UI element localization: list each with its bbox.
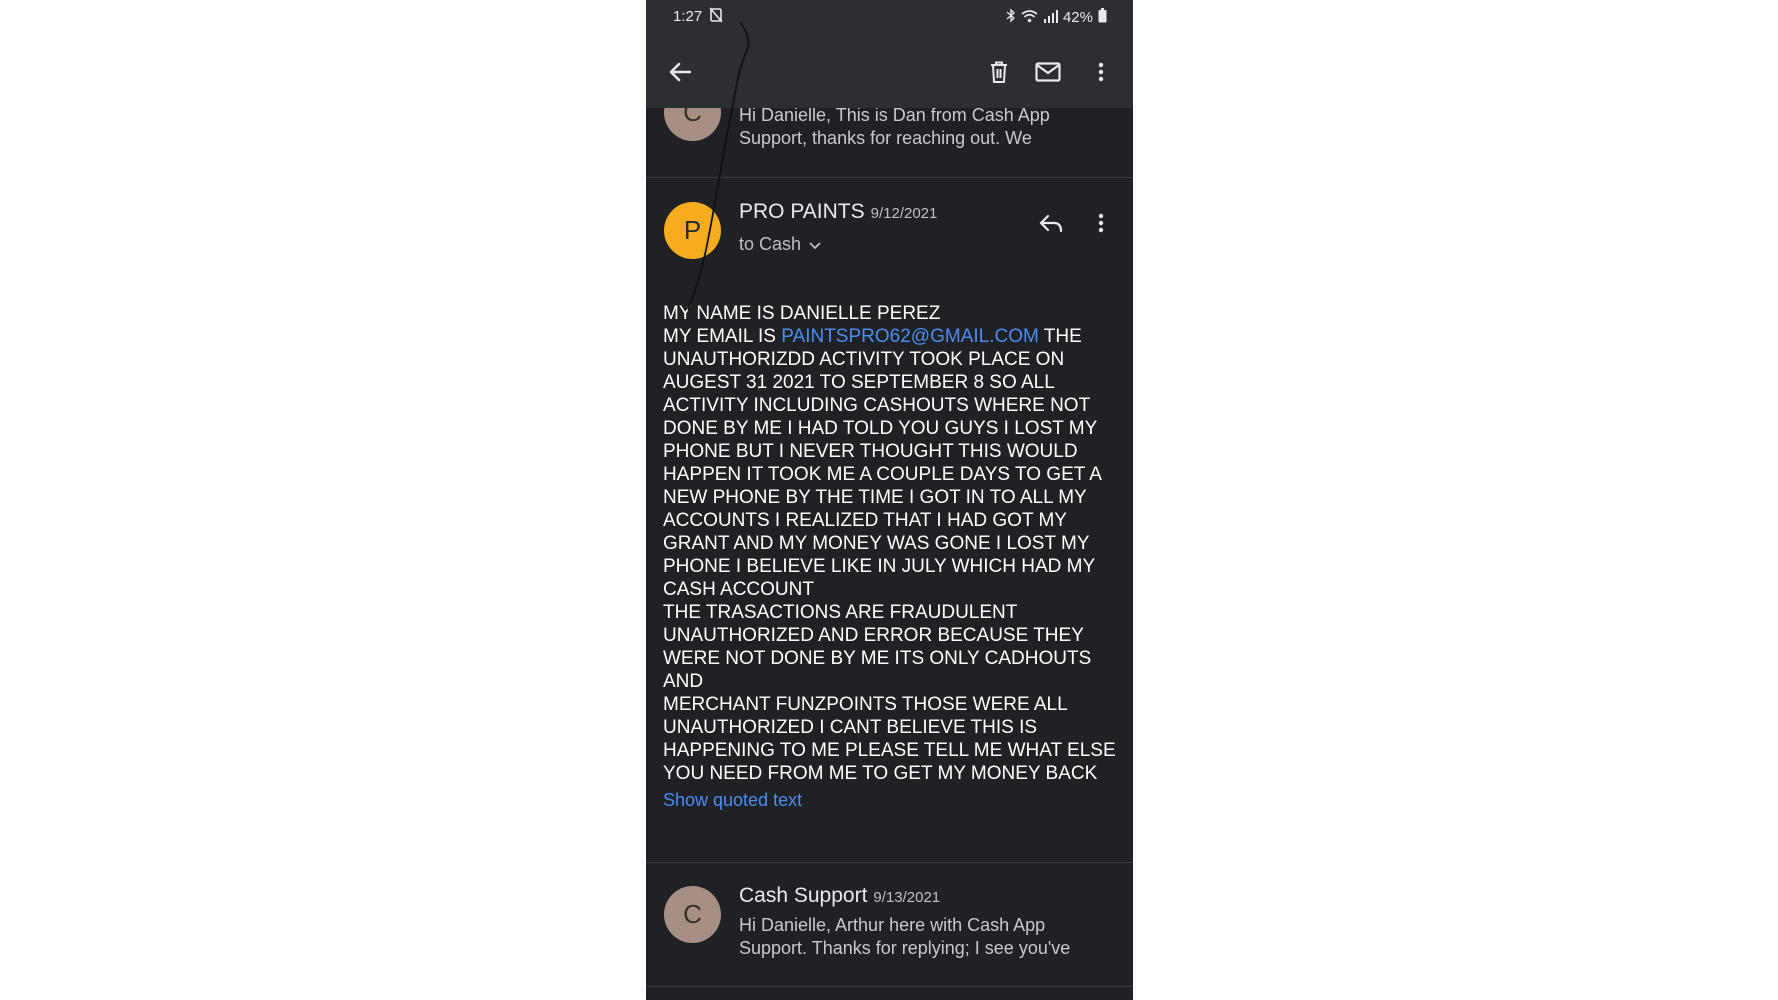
snippet-line: Support, thanks for reaching out. We [739, 128, 1032, 148]
sender-name: Cash Support [739, 884, 868, 907]
reply-icon[interactable] [1034, 208, 1068, 238]
message-snippet: Hi Danielle, Arthur here with Cash App S… [739, 914, 1109, 960]
status-icons: 42% [1006, 8, 1107, 27]
body-line: MY NAME IS DANIELLE PEREZ [663, 303, 941, 324]
status-time: 1:27 [673, 8, 703, 25]
avatar: C [664, 886, 721, 943]
message-snippet: Hi Danielle, This is Dan from Cash App S… [739, 104, 1109, 150]
message-collapsed-next[interactable]: C Cash Support 9/13/2021 Hi Danielle, Art… [646, 862, 1133, 987]
message-collapsed-prev[interactable]: C Hi Danielle, This is Dan from Cash App… [646, 84, 1133, 178]
dnd-icon [709, 7, 723, 27]
mail-icon[interactable] [1030, 54, 1066, 90]
signal-icon [1043, 9, 1058, 27]
bluetooth-icon [1006, 8, 1016, 27]
avatar: P [664, 202, 721, 259]
message-more-icon[interactable] [1086, 206, 1116, 240]
status-bar: 1:27 42% [646, 0, 1133, 34]
chevron-down-icon [809, 234, 821, 255]
battery-icon [1098, 8, 1107, 27]
show-quoted-text-link[interactable]: Show quoted text [663, 790, 802, 811]
recipient-toggle[interactable]: to Cash [739, 234, 821, 255]
snippet-line: Hi Danielle, Arthur here with Cash App [739, 915, 1046, 935]
wifi-icon [1021, 9, 1038, 27]
body-email-prefix: MY EMAIL IS [663, 326, 782, 347]
snippet-line: Support. Thanks for replying; I see you'… [739, 938, 1071, 958]
message-header: Cash Support 9/13/2021 [739, 884, 940, 908]
more-vert-icon[interactable] [1086, 54, 1116, 90]
email-link[interactable]: PAINTSPRO62@GMAIL.COM [781, 326, 1039, 347]
message-body: MY NAME IS DANIELLE PEREZ MY EMAIL IS PA… [663, 302, 1118, 785]
message-header: PRO PAINTS 9/12/2021 [739, 200, 937, 224]
trash-icon[interactable] [981, 54, 1017, 90]
message-date: 9/12/2021 [870, 205, 938, 222]
body-rest: THE UNAUTHORIZDD ACTIVITY TOOK PLACE ON … [663, 326, 1116, 784]
phone-screen: 1:27 42% C Hi Danielle, This is Dan from… [646, 0, 1133, 1000]
battery-text: 42% [1062, 9, 1093, 26]
back-arrow-icon[interactable] [662, 54, 698, 90]
sender-name: PRO PAINTS [739, 200, 865, 223]
recipient-label: to Cash [739, 234, 802, 254]
message-date: 9/13/2021 [873, 889, 941, 906]
